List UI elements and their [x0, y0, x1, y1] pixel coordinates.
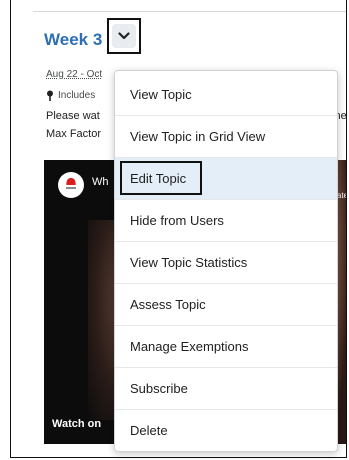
menu-item-assess-topic[interactable]: Assess Topic: [115, 283, 337, 325]
menu-item-view-topic-statistics[interactable]: View Topic Statistics: [115, 241, 337, 283]
topic-options-button-highlight: [107, 18, 141, 54]
menu-item-subscribe[interactable]: Subscribe: [115, 367, 337, 409]
menu-item-view-topic[interactable]: View Topic: [115, 73, 337, 115]
watch-on-youtube-label[interactable]: Watch on: [52, 418, 101, 430]
chevron-down-icon: [118, 32, 130, 40]
date-range[interactable]: Aug 22 - Oct: [46, 69, 102, 80]
channel-logo-icon[interactable]: [58, 172, 84, 198]
week-title-link[interactable]: Week 3: [44, 30, 102, 50]
menu-item-view-topic-grid[interactable]: View Topic in Grid View: [115, 115, 337, 157]
description-line-1: Please wat: [46, 110, 100, 122]
topic-context-menu: View Topic View Topic in Grid View Edit …: [114, 70, 338, 452]
topic-options-button[interactable]: [112, 24, 136, 48]
top-divider: [33, 11, 346, 12]
pin-icon: [47, 90, 53, 101]
includes-row: Includes: [46, 90, 95, 101]
description-line-2: Max Factor: [46, 128, 102, 140]
menu-item-manage-exemptions[interactable]: Manage Exemptions: [115, 325, 337, 367]
video-title[interactable]: Wh: [92, 176, 109, 188]
menu-item-edit-topic[interactable]: Edit Topic: [115, 157, 337, 199]
includes-label: Includes: [58, 90, 96, 101]
menu-item-hide-from-users[interactable]: Hide from Users: [115, 199, 337, 241]
menu-item-delete[interactable]: Delete: [115, 409, 337, 451]
